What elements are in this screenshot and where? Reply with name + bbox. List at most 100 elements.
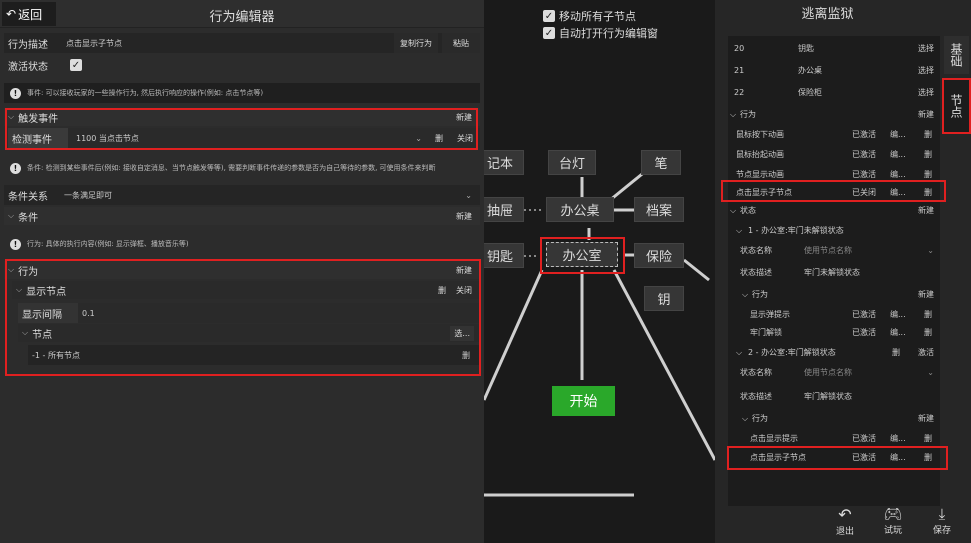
trigger-new-button[interactable]: 新建: [456, 112, 472, 123]
behavior-edit-button[interactable]: 编...: [890, 309, 906, 320]
editor-topbar: ↶ 返回 行为编辑器: [0, 0, 484, 28]
graph-node[interactable]: 办公桌: [546, 197, 614, 222]
graph-node[interactable]: 保险: [634, 243, 684, 268]
start-node[interactable]: 开始: [552, 386, 615, 416]
behavior-edit-button[interactable]: 编...: [890, 327, 906, 338]
condition-header[interactable]: ⌵ 条件 新建: [4, 207, 480, 225]
auto-open-toggle[interactable]: ✓ 自动打开行为编辑窗: [543, 25, 658, 41]
graph-node[interactable]: 台灯: [548, 150, 596, 175]
state-desc-label: 状态描述: [740, 392, 772, 401]
behavior-delete-button[interactable]: 删: [924, 433, 932, 444]
state-activate-button[interactable]: 激活: [918, 347, 934, 358]
behavior-edit-button[interactable]: 编...: [890, 149, 906, 160]
behavior-delete-button[interactable]: 删: [924, 327, 932, 338]
behavior-state[interactable]: 已激活: [852, 309, 876, 320]
detect-delete-button[interactable]: 删: [428, 128, 450, 148]
state-item[interactable]: ⌵ 2 - 办公室:牢门解锁状态 删 激活: [728, 342, 940, 363]
item-select-button[interactable]: 选择: [918, 43, 934, 54]
state-new-button[interactable]: 新建: [918, 205, 934, 216]
behavior-state[interactable]: 已关闭: [852, 187, 876, 198]
behavior-row[interactable]: 点击显示提示 已激活 编... 删: [728, 428, 940, 449]
list-item[interactable]: 21 办公桌 选择: [728, 60, 940, 81]
state-section-header[interactable]: ⌵ 状态 新建: [728, 200, 940, 221]
behavior-delete-button[interactable]: 删: [924, 452, 932, 463]
state-item[interactable]: ⌵ 1 - 办公室:牢门未解锁状态: [728, 220, 940, 241]
interval-input[interactable]: 0.1: [78, 309, 95, 318]
state-action-header[interactable]: ⌵ 行为 新建: [728, 284, 940, 305]
show-node-header[interactable]: ⌵ 显示节点 删 关闭: [12, 281, 480, 299]
chevron-down-icon: ⌵: [736, 225, 743, 235]
copy-behavior-button[interactable]: 复制行为: [394, 33, 438, 53]
item-select-button[interactable]: 选择: [918, 87, 934, 98]
graph-node[interactable]: 档案: [634, 197, 684, 222]
action-new-button[interactable]: 新建: [456, 265, 472, 276]
node-tree[interactable]: 20 钥匙 选择 21 办公桌 选择 22 保险柜 选择 ⌵ 行为 新建 鼠标按…: [728, 36, 940, 506]
state-action-new-button[interactable]: 新建: [918, 289, 934, 300]
behavior-row[interactable]: 点击显示子节点 已激活 编... 删: [728, 447, 940, 468]
show-node-delete-button[interactable]: 删: [438, 285, 446, 296]
behavior-delete-button[interactable]: 删: [924, 309, 932, 320]
node-graph-canvas[interactable]: ✓ 移动所有子节点 ✓ 自动打开行为编辑窗 记本 台灯 笔 抽屉 办公桌 档案 …: [484, 0, 715, 543]
detect-close-button[interactable]: 关闭: [452, 128, 478, 148]
behavior-state[interactable]: 已激活: [852, 327, 876, 338]
behavior-delete-button[interactable]: 删: [924, 129, 932, 140]
node-value-delete-button[interactable]: 删: [462, 350, 470, 361]
exit-button[interactable]: ↶ 退出: [830, 505, 860, 539]
behavior-row[interactable]: 鼠标按下动画 已激活 编... 删: [728, 124, 940, 145]
behavior-row[interactable]: 鼠标抬起动画 已激活 编... 删: [728, 144, 940, 165]
node-header[interactable]: ⌵ 节点 选...: [18, 324, 480, 342]
state-desc-input[interactable]: 牢门未解锁状态: [804, 267, 860, 278]
save-button[interactable]: ⤓ 保存: [927, 505, 957, 539]
move-children-toggle[interactable]: ✓ 移动所有子节点: [543, 8, 636, 24]
behavior-edit-button[interactable]: 编...: [890, 129, 906, 140]
cond-relation-select[interactable]: 一条满足即可: [64, 190, 480, 201]
item-select-button[interactable]: 选择: [918, 65, 934, 76]
behavior-row[interactable]: 牢门解锁 已激活 编... 删: [728, 322, 940, 343]
behavior-section-header[interactable]: ⌵ 行为 新建: [728, 104, 940, 125]
action-header[interactable]: ⌵ 行为 新建: [4, 261, 480, 279]
behavior-state[interactable]: 已激活: [852, 433, 876, 444]
behavior-edit-button[interactable]: 编...: [890, 452, 906, 463]
behavior-delete-button[interactable]: 删: [924, 187, 932, 198]
behavior-state[interactable]: 已激活: [852, 452, 876, 463]
graph-node[interactable]: 记本: [484, 150, 524, 175]
state-desc-input[interactable]: 牢门解锁状态: [804, 391, 852, 402]
graph-node[interactable]: 钥匙: [484, 243, 524, 268]
state-name-select[interactable]: 使用节点名称: [804, 367, 852, 378]
state-action-header[interactable]: ⌵ 行为 新建: [728, 408, 940, 429]
trigger-header[interactable]: ⌵ 触发事件 新建: [4, 108, 480, 126]
tab-node[interactable]: 节点: [944, 80, 969, 132]
condition-new-button[interactable]: 新建: [456, 211, 472, 222]
chevron-down-icon: ⌵: [742, 413, 749, 423]
state-action-new-button[interactable]: 新建: [918, 413, 934, 424]
list-item[interactable]: 20 钥匙 选择: [728, 38, 940, 59]
behavior-state[interactable]: 已激活: [852, 169, 876, 180]
list-item[interactable]: 22 保险柜 选择: [728, 82, 940, 103]
behavior-delete-button[interactable]: 删: [924, 169, 932, 180]
paste-button[interactable]: 粘贴: [442, 33, 480, 53]
chevron-down-icon: ⌄: [465, 190, 472, 200]
behavior-delete-button[interactable]: 删: [924, 149, 932, 160]
state-header-label: 状态: [740, 206, 756, 215]
graph-node[interactable]: 钥: [644, 286, 684, 311]
test-play-button[interactable]: 🎮︎ 试玩: [878, 505, 908, 539]
active-checkbox[interactable]: ✓: [70, 59, 82, 71]
auto-open-checkbox[interactable]: ✓: [543, 27, 555, 39]
move-children-checkbox[interactable]: ✓: [543, 10, 555, 22]
behavior-new-button[interactable]: 新建: [918, 109, 934, 120]
behavior-state[interactable]: 已激活: [852, 129, 876, 140]
behavior-state[interactable]: 已激活: [852, 149, 876, 160]
graph-lines: [484, 168, 715, 497]
graph-node[interactable]: 抽屉: [484, 197, 524, 222]
show-node-close-button[interactable]: 关闭: [456, 285, 472, 296]
node-select-button[interactable]: 选...: [450, 325, 474, 341]
behavior-edit-button[interactable]: 编...: [890, 433, 906, 444]
tab-basic[interactable]: 基础: [944, 36, 969, 74]
state-delete-button[interactable]: 删: [892, 347, 900, 358]
graph-node[interactable]: 笔: [641, 150, 681, 175]
behavior-edit-button[interactable]: 编...: [890, 187, 906, 198]
state-name-select[interactable]: 使用节点名称: [804, 245, 852, 256]
condition-header-label: 条件: [18, 212, 39, 224]
graph-node-selected[interactable]: 办公室: [546, 242, 618, 267]
behavior-edit-button[interactable]: 编...: [890, 169, 906, 180]
